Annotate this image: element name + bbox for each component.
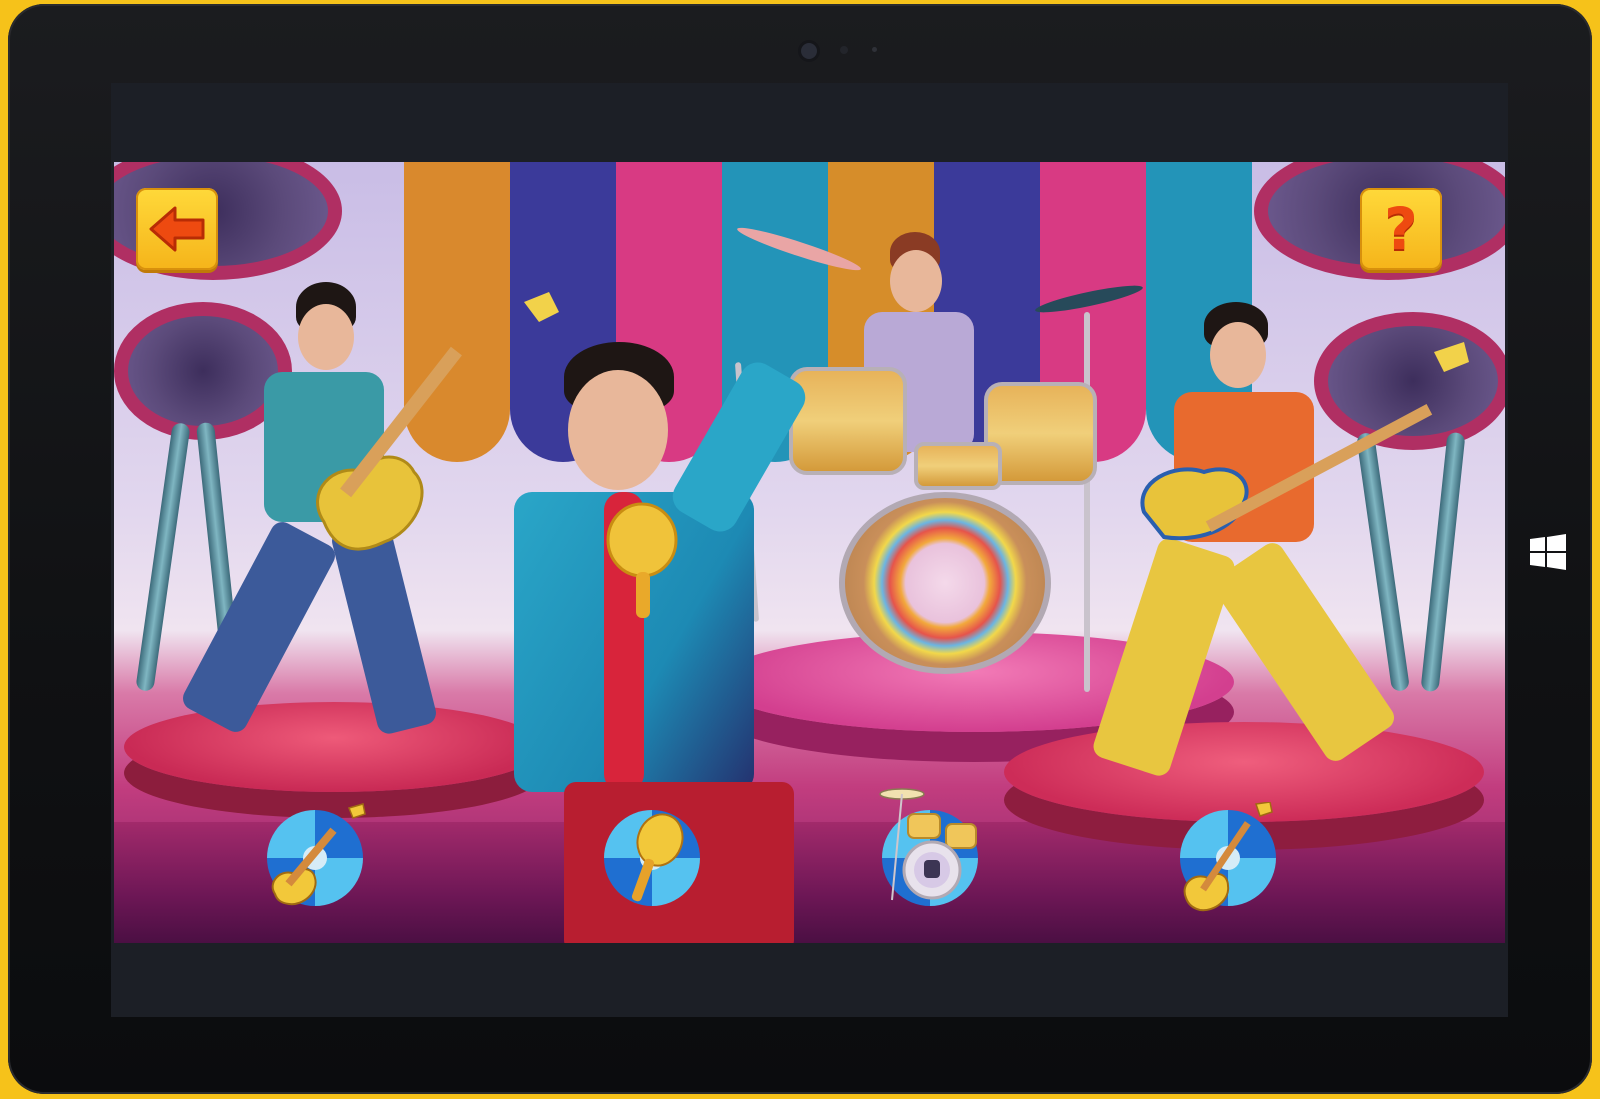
app-screen: ? (111, 83, 1508, 1017)
drum-kit-icon (879, 788, 977, 901)
bass-guitar (1140, 342, 1469, 541)
camera-light (872, 47, 877, 52)
instrument-button-bass[interactable] (1180, 802, 1276, 912)
bass-guitar-icon (1183, 802, 1273, 912)
maraca-prop (606, 502, 678, 618)
tablet-frame: ? (8, 4, 1592, 1094)
windows-logo-icon[interactable] (1530, 534, 1566, 570)
arrow-left-icon (149, 206, 205, 252)
instrument-button-drums[interactable] (879, 788, 978, 906)
back-button[interactable] (136, 188, 218, 270)
game-scene: ? (114, 162, 1505, 943)
camera-sensor (840, 46, 848, 54)
help-button[interactable]: ? (1360, 188, 1442, 270)
front-camera (801, 43, 817, 59)
guitar-icon (271, 803, 366, 906)
instrument-button-guitar[interactable] (267, 803, 366, 906)
snare-drum (914, 442, 1002, 490)
instrument-button-maraca[interactable] (604, 810, 700, 906)
drum-stand (1084, 312, 1090, 692)
speaker-stand (135, 422, 191, 692)
maraca-icon (631, 813, 684, 902)
help-icon: ? (1384, 195, 1418, 263)
